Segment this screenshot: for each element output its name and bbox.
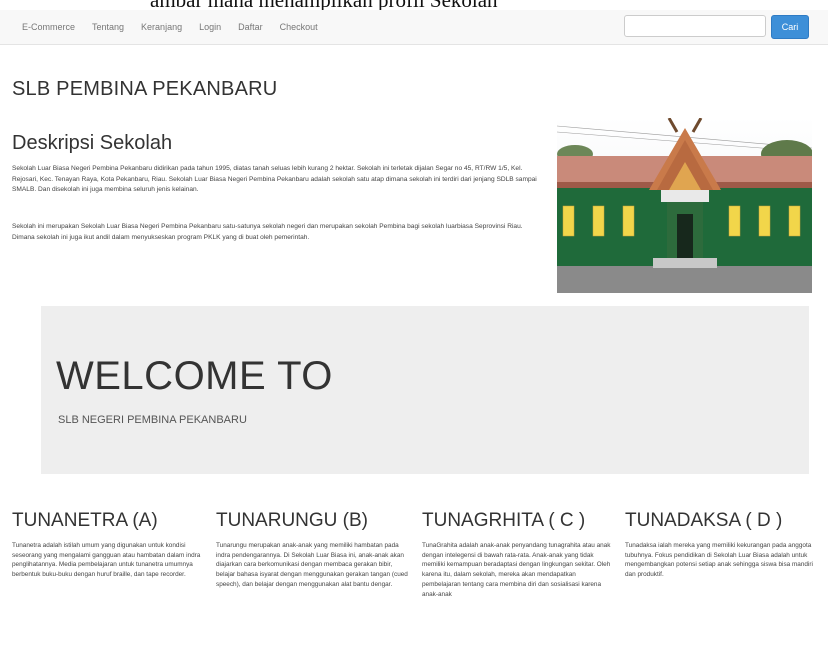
school-name: SLB PEMBINA PEKANBARU — [12, 78, 278, 100]
page-caption: ambar mana menampilkan profil Sekolah — [0, 0, 828, 10]
description-paragraph-1: Sekolah Luar Biasa Negeri Pembina Pekanb… — [12, 165, 537, 194]
welcome-heading: WELCOME TO — [56, 354, 333, 398]
nav-links: E-Commerce Tentang Keranjang Login Dafta… — [22, 10, 318, 44]
nav-link-keranjang[interactable]: Keranjang — [141, 22, 182, 32]
navbar: E-Commerce Tentang Keranjang Login Dafta… — [0, 10, 828, 45]
category-title: TUNANETRA (A) — [12, 510, 158, 531]
school-building-photo — [557, 118, 812, 293]
description-title: Deskripsi Sekolah — [12, 132, 173, 154]
category-column-tunarungu: TUNARUNGU (B) Tunarungu merupakan anak-a… — [216, 510, 408, 590]
category-description: Tunanetra adalah istilah umum yang digun… — [12, 542, 201, 579]
search-input[interactable] — [624, 15, 766, 37]
welcome-subheading: SLB NEGERI PEMBINA PEKANBARU — [58, 414, 247, 426]
nav-link-checkout[interactable]: Checkout — [280, 22, 318, 32]
caption-text: ambar mana menampilkan profil Sekolah — [150, 0, 498, 10]
category-description: Tunadaksa ialah mereka yang memiliki kek… — [625, 542, 813, 579]
welcome-jumbotron: WELCOME TO SLB NEGERI PEMBINA PEKANBARU — [41, 306, 809, 474]
category-title: TUNARUNGU (B) — [216, 510, 368, 531]
description-paragraph-2: Sekolah ini merupakan Sekolah Luar Biasa… — [12, 223, 523, 241]
search-button[interactable]: Cari — [771, 15, 809, 39]
nav-link-ecommerce[interactable]: E-Commerce — [22, 22, 75, 32]
category-description: TunaGrahita adalah anak-anak penyandang … — [422, 542, 611, 598]
nav-link-login[interactable]: Login — [199, 22, 221, 32]
category-column-tunanetra: TUNANETRA (A) Tunanetra adalah istilah u… — [12, 510, 204, 580]
category-description: Tunarungu merupakan anak-anak yang memil… — [216, 542, 408, 588]
nav-link-daftar[interactable]: Daftar — [238, 22, 263, 32]
category-column-tunagrhita: TUNAGRHITA ( C ) TunaGrahita adalah anak… — [422, 510, 614, 599]
category-title: TUNAGRHITA ( C ) — [422, 510, 586, 531]
category-title: TUNADAKSA ( D ) — [625, 510, 783, 531]
category-column-tunadaksa: TUNADAKSA ( D ) Tunadaksa ialah mereka y… — [625, 510, 817, 580]
nav-link-tentang[interactable]: Tentang — [92, 22, 124, 32]
